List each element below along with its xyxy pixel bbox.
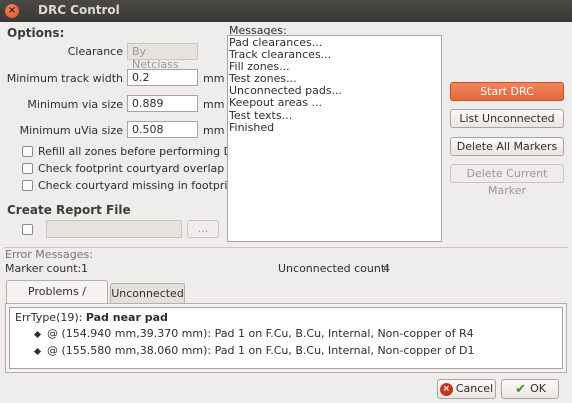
message-line: Test texts... [229, 108, 293, 122]
problem-type: ErrType(19): [15, 311, 83, 324]
checkmark-icon: ✔ [515, 381, 527, 397]
error-messages-label: Error Messages: [5, 248, 93, 261]
min-track-width-input[interactable]: 0.2 [127, 69, 198, 86]
title-bar: × DRC Control [0, 0, 572, 22]
message-line: Keepout areas ... [229, 96, 322, 110]
marker-count-label: Marker count: [5, 262, 82, 275]
min-via-size-input[interactable]: 0.889 [127, 95, 198, 112]
unconnected-count-value: 4 [383, 262, 390, 275]
min-uvia-size-label: Minimum uVia size [19, 124, 123, 137]
window-title: DRC Control [38, 3, 120, 17]
cancel-icon: × [439, 382, 453, 396]
clearance-field: By Netclass [127, 43, 198, 71]
window-close-icon[interactable]: × [5, 4, 19, 18]
min-uvia-size-input[interactable]: 0.508 [127, 121, 198, 138]
bullet-icon [33, 347, 42, 355]
tab-problems-markers[interactable]: Problems / Markers [6, 280, 108, 320]
refill-zones-label: Refill all zones before performing DRC [38, 145, 247, 158]
cancel-button[interactable]: × Cancel [437, 379, 496, 399]
tab-unconnected[interactable]: Unconnected [110, 283, 185, 303]
ok-label: OK [530, 382, 546, 395]
problem-item-text: @ (154.940 mm,39.370 mm): Pad 1 on F.Cu,… [47, 327, 474, 340]
ok-button[interactable]: ✔ OK [501, 379, 559, 399]
courtyard-missing-checkbox[interactable] [22, 180, 33, 191]
browse-button: ... [187, 220, 219, 238]
delete-all-markers-button[interactable]: Delete All Markers [450, 137, 564, 156]
problem-title: Pad near pad [85, 311, 168, 324]
messages-box: Pad clearances... Track clearances... Fi… [227, 35, 442, 242]
refill-zones-checkbox[interactable] [22, 146, 33, 157]
footprint-courtyard-overlap-label: Check footprint courtyard overlap [38, 162, 225, 175]
problem-item-text: @ (155.580 mm,38.060 mm): Pad 1 on F.Cu,… [47, 344, 475, 357]
problem-header[interactable]: ErrType(19): Pad near pad [15, 311, 168, 324]
message-line: Finished [229, 120, 275, 134]
min-via-size-label: Minimum via size [27, 98, 123, 111]
markers-list: ErrType(19): Pad near pad @ (154.940 mm,… [9, 307, 563, 369]
cancel-label: Cancel [455, 382, 494, 395]
tab-panel: ErrType(19): Pad near pad @ (154.940 mm,… [5, 303, 567, 373]
report-heading: Create Report File [7, 203, 131, 217]
min-via-size-unit: mm [203, 98, 225, 111]
min-track-width-unit: mm [203, 72, 225, 85]
report-file-checkbox[interactable] [22, 224, 33, 235]
list-item[interactable]: @ (154.940 mm,39.370 mm): Pad 1 on F.Cu,… [33, 327, 474, 340]
courtyard-missing-label: Check courtyard missing in footprints [38, 179, 245, 192]
delete-current-marker-button: Delete Current Marker [450, 164, 564, 197]
unconnected-count-label: Unconnected count: [278, 262, 389, 275]
min-track-width-label: Minimum track width [6, 72, 123, 85]
list-unconnected-button[interactable]: List Unconnected [450, 109, 564, 128]
start-drc-button[interactable]: Start DRC [450, 82, 564, 101]
marker-count-value: 1 [81, 262, 88, 275]
report-file-input [46, 220, 182, 238]
clearance-label: Clearance [67, 45, 123, 58]
footprint-courtyard-overlap-checkbox[interactable] [22, 163, 33, 174]
options-heading: Options: [7, 26, 65, 40]
bullet-icon [33, 330, 42, 338]
min-uvia-size-unit: mm [203, 124, 225, 137]
list-item[interactable]: @ (155.580 mm,38.060 mm): Pad 1 on F.Cu,… [33, 344, 475, 357]
